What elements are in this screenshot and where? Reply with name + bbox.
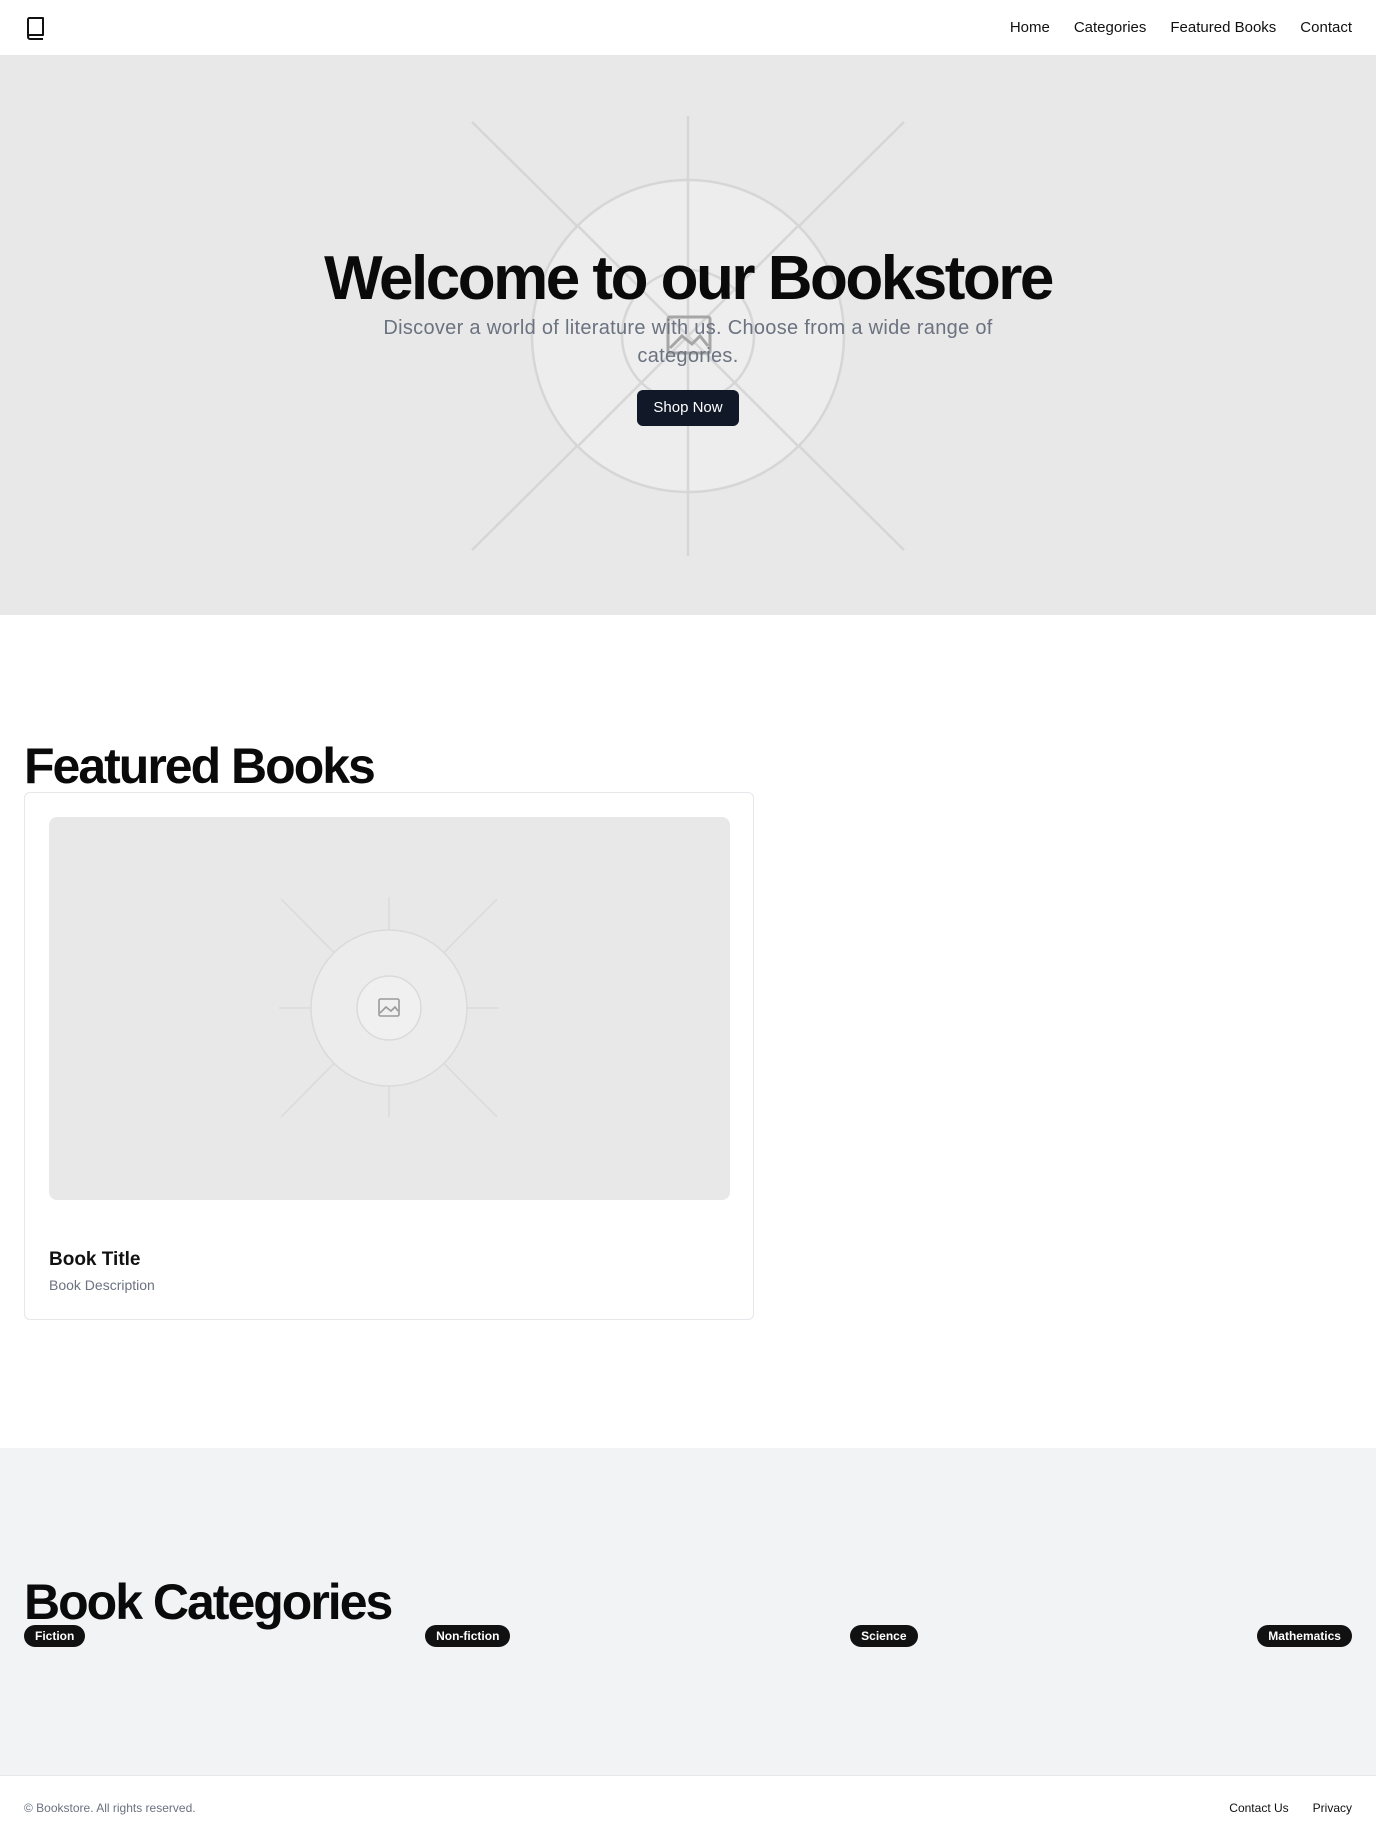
copyright-text: © Bookstore. All rights reserved. [24, 1801, 196, 1815]
shop-now-button[interactable]: Shop Now [637, 390, 739, 426]
nav-home[interactable]: Home [1010, 19, 1050, 36]
book-icon[interactable] [24, 16, 48, 40]
featured-books-heading: Featured Books [24, 738, 376, 794]
hero-title: Welcome to our Bookstore [324, 244, 1054, 313]
book-cover-placeholder [49, 817, 730, 1200]
hero-section: Welcome to our Bookstore Discover a worl… [0, 56, 1376, 615]
category-list: Fiction Non-fiction Science Mathematics [24, 1625, 1352, 1647]
footer-privacy-link[interactable]: Privacy [1313, 1801, 1352, 1815]
category-chip-non-fiction[interactable]: Non-fiction [425, 1625, 511, 1647]
site-header: Home Categories Featured Books Contact [0, 0, 1376, 56]
footer-links: Contact Us Privacy [1229, 1801, 1352, 1815]
book-card[interactable]: Book Title Book Description [24, 792, 754, 1320]
category-chip-fiction[interactable]: Fiction [24, 1625, 86, 1647]
nav-featured-books[interactable]: Featured Books [1170, 19, 1276, 36]
category-chip-science[interactable]: Science [850, 1625, 918, 1647]
nav-contact[interactable]: Contact [1300, 19, 1352, 36]
book-categories-heading: Book Categories [24, 1574, 393, 1630]
category-chip-mathematics[interactable]: Mathematics [1257, 1625, 1352, 1647]
book-description: Book Description [49, 1277, 155, 1293]
hero-content: Welcome to our Bookstore Discover a worl… [0, 244, 1376, 426]
footer-contact-us-link[interactable]: Contact Us [1229, 1801, 1288, 1815]
main-nav: Home Categories Featured Books Contact [1010, 19, 1352, 36]
categories-section: Book Categories Fiction Non-fiction Scie… [0, 1448, 1376, 1775]
book-title: Book Title [49, 1249, 141, 1270]
nav-categories[interactable]: Categories [1074, 19, 1147, 36]
hero-subtitle: Discover a world of literature with us. … [383, 317, 993, 367]
site-footer: © Bookstore. All rights reserved. Contac… [0, 1775, 1376, 1840]
